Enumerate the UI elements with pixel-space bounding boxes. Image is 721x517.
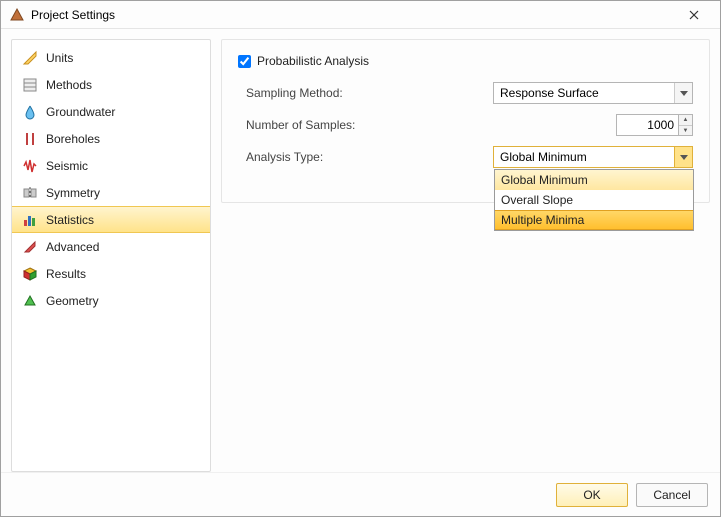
sidebar-item-seismic[interactable]: Seismic xyxy=(12,152,210,179)
probabilistic-label: Probabilistic Analysis xyxy=(257,54,369,68)
borehole-icon xyxy=(22,131,38,147)
probabilistic-checkbox-row: Probabilistic Analysis xyxy=(238,54,693,68)
window-title: Project Settings xyxy=(31,8,115,22)
sidebar-item-methods[interactable]: Methods xyxy=(12,71,210,98)
project-settings-dialog: Project Settings Units Methods Groundwat… xyxy=(0,0,721,517)
sampling-method-combo[interactable]: Response Surface xyxy=(493,82,693,104)
analysis-type-row: Analysis Type: Global Minimum Global Min… xyxy=(246,146,693,168)
sidebar-item-label: Symmetry xyxy=(46,186,100,200)
sidebar-item-label: Boreholes xyxy=(46,132,100,146)
droplet-icon xyxy=(22,104,38,120)
analysis-type-label: Analysis Type: xyxy=(246,150,446,164)
sidebar-item-advanced[interactable]: Advanced xyxy=(12,233,210,260)
grid-icon xyxy=(22,77,38,93)
app-icon xyxy=(9,7,25,23)
sidebar-item-label: Results xyxy=(46,267,86,281)
number-of-samples-row: Number of Samples: ▲ ▼ xyxy=(246,114,693,136)
waveform-icon xyxy=(22,158,38,174)
number-of-samples-input[interactable] xyxy=(616,114,678,136)
sidebar-item-statistics[interactable]: Statistics xyxy=(12,206,210,233)
shape-icon xyxy=(22,293,38,309)
close-icon xyxy=(689,10,699,20)
analysis-type-option[interactable]: Multiple Minima xyxy=(495,210,693,230)
dialog-footer: OK Cancel xyxy=(1,472,720,516)
sidebar-item-label: Methods xyxy=(46,78,92,92)
main-panel: Probabilistic Analysis Sampling Method: … xyxy=(221,39,710,472)
sidebar-item-label: Seismic xyxy=(46,159,88,173)
chevron-down-icon xyxy=(674,147,692,167)
spinner-down[interactable]: ▼ xyxy=(679,125,692,135)
analysis-type-dropdown: Global Minimum Overall Slope Multiple Mi… xyxy=(494,169,694,231)
sidebar-item-symmetry[interactable]: Symmetry xyxy=(12,179,210,206)
close-button[interactable] xyxy=(674,5,714,25)
analysis-type-value: Global Minimum xyxy=(500,150,587,164)
sidebar-item-label: Geometry xyxy=(46,294,99,308)
analysis-type-option[interactable]: Overall Slope xyxy=(495,190,693,210)
ruler-icon xyxy=(22,50,38,66)
cancel-button[interactable]: Cancel xyxy=(636,483,708,507)
barchart-icon xyxy=(22,212,38,228)
analysis-type-option[interactable]: Global Minimum xyxy=(495,170,693,190)
cube-icon xyxy=(22,266,38,282)
symmetry-icon xyxy=(22,185,38,201)
sidebar-item-results[interactable]: Results xyxy=(12,260,210,287)
sidebar-item-boreholes[interactable]: Boreholes xyxy=(12,125,210,152)
number-of-samples-label: Number of Samples: xyxy=(246,118,446,132)
content-area: Units Methods Groundwater Boreholes Seis… xyxy=(1,29,720,472)
sidebar-item-geometry[interactable]: Geometry xyxy=(12,287,210,314)
sidebar-item-label: Groundwater xyxy=(46,105,115,119)
sidebar-item-units[interactable]: Units xyxy=(12,44,210,71)
sampling-method-label: Sampling Method: xyxy=(246,86,446,100)
titlebar: Project Settings xyxy=(1,1,720,29)
spinner-buttons: ▲ ▼ xyxy=(678,114,693,136)
sidebar-item-groundwater[interactable]: Groundwater xyxy=(12,98,210,125)
statistics-panel: Probabilistic Analysis Sampling Method: … xyxy=(221,39,710,203)
sampling-method-value: Response Surface xyxy=(500,86,599,100)
sidebar: Units Methods Groundwater Boreholes Seis… xyxy=(11,39,211,472)
sidebar-item-label: Advanced xyxy=(46,240,99,254)
sidebar-item-label: Statistics xyxy=(46,213,94,227)
ok-button[interactable]: OK xyxy=(556,483,628,507)
probabilistic-checkbox[interactable] xyxy=(238,55,251,68)
advanced-icon xyxy=(22,239,38,255)
sidebar-item-label: Units xyxy=(46,51,73,65)
chevron-down-icon xyxy=(674,83,692,103)
analysis-type-combo[interactable]: Global Minimum Global Minimum Overall Sl… xyxy=(493,146,693,168)
sampling-method-row: Sampling Method: Response Surface xyxy=(246,82,693,104)
spinner-up[interactable]: ▲ xyxy=(679,115,692,125)
